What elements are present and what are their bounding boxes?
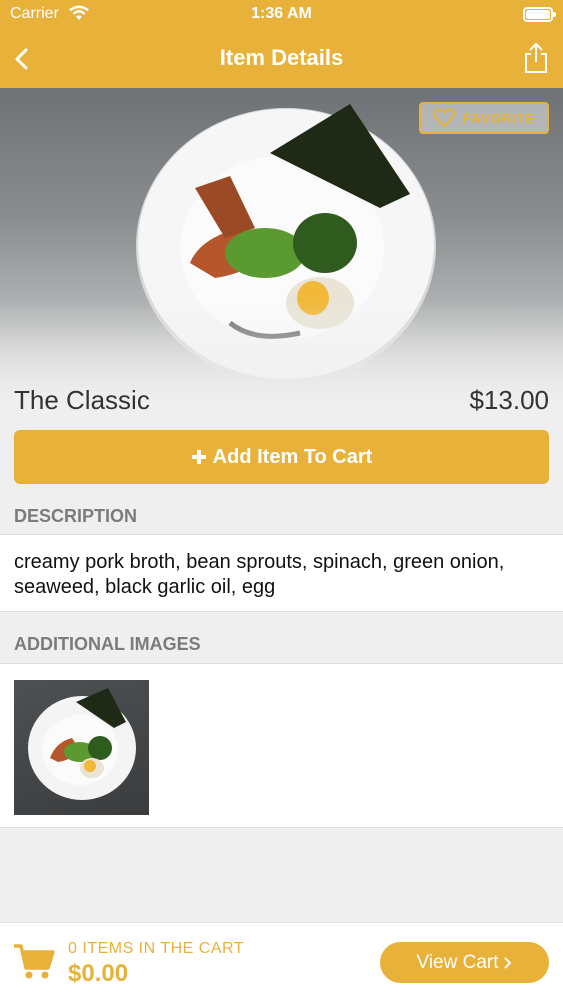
favorite-label: FAVORITE <box>462 110 536 126</box>
item-price: $13.00 <box>469 385 549 415</box>
cart-total: $0.00 <box>68 960 129 987</box>
add-to-cart-button[interactable]: Add Item To Cart <box>14 430 549 484</box>
view-cart-label: View Cart <box>416 951 499 973</box>
item-hero-image: FAVORITE <box>0 88 563 410</box>
nav-bar: Item Details <box>0 30 563 88</box>
status-time: 1:36 AM <box>251 5 312 22</box>
cart-items-count: 0 ITEMS IN THE CART <box>68 940 245 957</box>
battery-icon <box>523 7 556 22</box>
heart-icon <box>433 108 455 128</box>
additional-images-list <box>0 663 563 828</box>
plus-icon <box>191 450 206 464</box>
additional-images-header: ADDITIONAL IMAGES <box>14 634 201 654</box>
status-bar: Carrier 1:36 AM <box>0 0 563 30</box>
item-name: The Classic <box>14 385 150 415</box>
share-button[interactable] <box>521 42 551 74</box>
page-title: Item Details <box>219 45 344 70</box>
view-cart-button[interactable]: View Cart <box>380 942 549 983</box>
cart-bar: 0 ITEMS IN THE CART $0.00 View Cart <box>0 922 563 1000</box>
cart-icon <box>14 944 55 979</box>
description-header: DESCRIPTION <box>14 506 138 526</box>
chevron-right-icon <box>503 956 511 969</box>
top-bar: Carrier 1:36 AM Item Details <box>0 0 563 88</box>
additional-image-thumbnail[interactable] <box>14 680 149 815</box>
ramen-thumbnail-image <box>28 688 136 800</box>
description-text: creamy pork broth, bean sprouts, spinach… <box>0 534 563 612</box>
favorite-button[interactable]: FAVORITE <box>419 102 549 134</box>
add-to-cart-label: Add Item To Cart <box>212 445 373 468</box>
